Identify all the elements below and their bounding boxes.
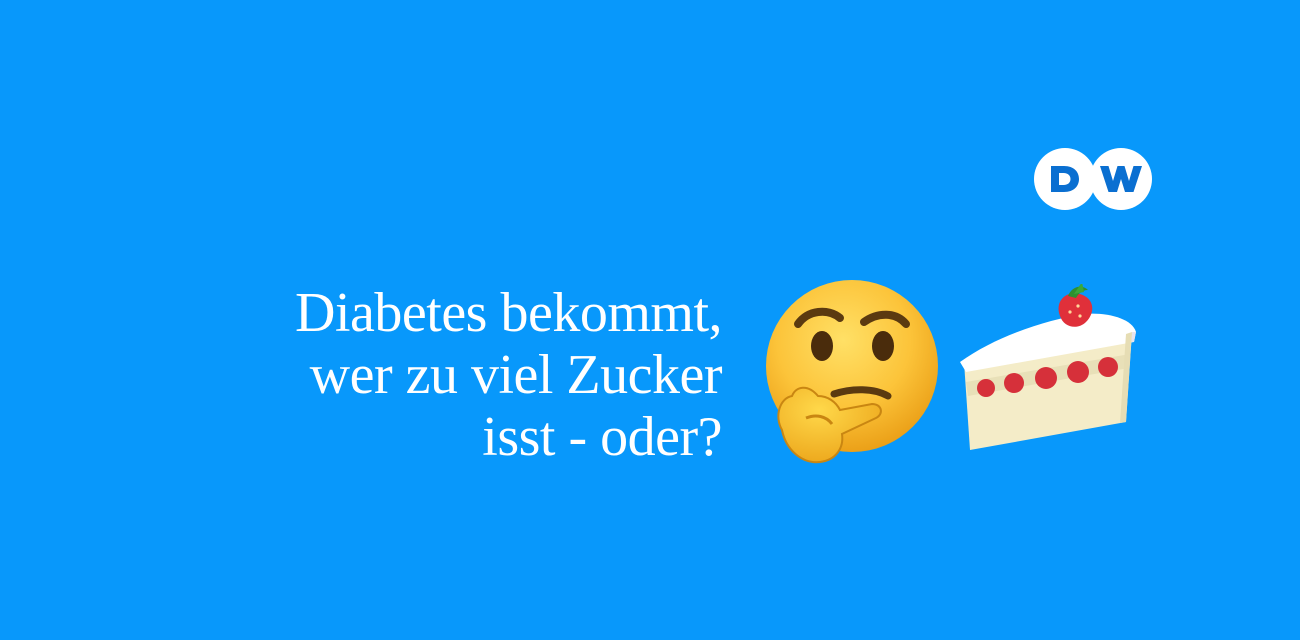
headline: Diabetes bekommt, wer zu viel Zucker iss… (102, 282, 722, 468)
banner-background: Diabetes bekommt, wer zu viel Zucker iss… (0, 0, 1300, 640)
dw-logo (1034, 148, 1152, 210)
headline-line-3: isst - oder? (482, 406, 722, 468)
headline-line-2: wer zu viel Zucker (309, 344, 723, 406)
headline-line-1: Diabetes bekommt, (295, 282, 722, 344)
strawberry-shortcake-icon (960, 284, 1136, 450)
thinking-face-icon (766, 280, 938, 464)
